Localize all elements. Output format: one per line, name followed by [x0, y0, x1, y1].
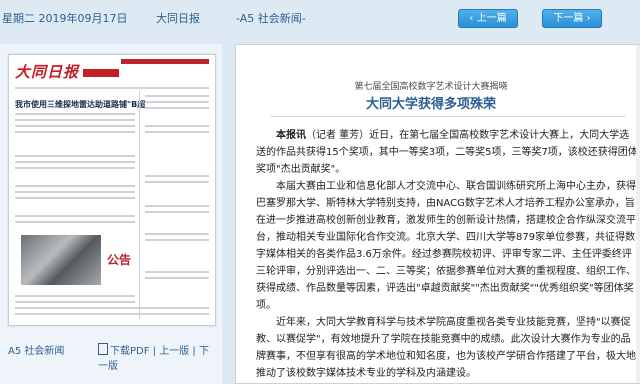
separator: | — [192, 346, 196, 357]
text-line — [145, 211, 209, 213]
text-line — [15, 215, 135, 217]
text-line — [145, 107, 209, 109]
prev-article-button[interactable]: ‹ 上一篇 — [458, 9, 518, 28]
ad-label: 公告 — [107, 253, 132, 267]
prev-page-link[interactable]: 上一版 — [159, 346, 189, 357]
page-thumbnail[interactable]: 大同日报 我市使用三维探地雷达助道路铺"B超" 公告 — [8, 54, 216, 326]
page-preview-panel: 大同日报 我市使用三维探地雷达助道路铺"B超" 公告 A5 社会新闻 下载PDF… — [0, 44, 222, 384]
text-line — [145, 175, 209, 177]
text-line — [15, 167, 135, 169]
newspaper-name[interactable]: 大同日报 — [156, 10, 200, 26]
top-bar: 星期二 2019年09月17日 大同日报 -A5 社会新闻- ‹ 上一篇 下一篇… — [0, 0, 640, 36]
lead-label: 本报讯 — [276, 130, 306, 141]
masthead-bar — [83, 69, 119, 77]
text-line — [15, 185, 135, 187]
newspaper-logo: 大同日报 — [15, 63, 80, 81]
title-divider — [270, 116, 626, 117]
text-line — [145, 181, 209, 183]
text-line — [15, 221, 135, 223]
text-line — [145, 239, 209, 241]
article-paragraph: 本报讯（记者 董芳）近日，在第七届全国高校数字艺术设计大赛上，大同大学选送的作品… — [256, 130, 638, 175]
article-paragraph: 字媒体相关的各类作品3.6万余件。经过参赛院校初评、评审专家二评、主任评委终评三… — [256, 249, 636, 311]
text-line — [15, 113, 135, 115]
article-title: 大同大学获得多项殊荣 — [365, 97, 496, 112]
text-line — [15, 307, 209, 309]
text-line — [145, 95, 209, 97]
header-strip — [121, 59, 209, 64]
text-line — [145, 277, 209, 279]
text-line — [145, 101, 209, 103]
text-line — [15, 119, 135, 121]
pdf-icon — [98, 343, 108, 355]
next-article-label: 下一篇 — [553, 13, 584, 24]
text-line — [15, 125, 135, 127]
pdf-download-group: 下载PDF | 上一版 | 下一版 — [98, 342, 214, 372]
text-line — [145, 131, 209, 133]
text-line — [145, 233, 209, 235]
text-line — [145, 205, 209, 207]
text-line — [15, 301, 135, 303]
text-line — [15, 197, 135, 199]
next-article-button[interactable]: 下一篇 › — [542, 9, 602, 28]
chevron-right-icon: › — [586, 13, 591, 24]
article-panel: 第七届全国高校数字艺术设计大赛揭晓 大同大学获得多项殊荣 本报讯（记者 董芳）近… — [235, 44, 640, 384]
section-name[interactable]: -A5 社会新闻- — [236, 10, 306, 26]
text-line — [145, 271, 209, 273]
download-pdf-link[interactable]: 下载PDF — [110, 346, 149, 357]
article-kicker: 第七届全国高校数字艺术设计大赛揭晓 — [354, 82, 508, 92]
thumbnail-headline: 我市使用三维探地雷达助道路铺"B超" — [15, 100, 150, 109]
article-paragraph: 近年来，大同大学教育科学与技术学院高度重视各类专业技能竞赛，坚持"以赛促教、以赛… — [256, 317, 636, 379]
scrollbar[interactable] — [636, 45, 640, 383]
text-line — [15, 295, 135, 297]
chevron-left-icon: ‹ — [469, 13, 474, 24]
thumbnail-photo — [21, 235, 101, 285]
text-line — [15, 155, 135, 157]
text-line — [15, 161, 135, 163]
separator: | — [152, 346, 157, 357]
article-body: 本报讯（记者 董芳）近日，在第七届全国高校数字艺术设计大赛上，大同大学选送的作品… — [256, 127, 638, 382]
prev-article-label: 上一篇 — [476, 13, 507, 24]
text-line — [15, 191, 135, 193]
footer-section-link[interactable]: A5 社会新闻 — [8, 342, 64, 357]
rule-line — [15, 87, 209, 89]
text-line — [15, 131, 135, 133]
issue-date: 星期二 2019年09月17日 — [2, 12, 128, 25]
article-paragraph: 本届大赛由工业和信息化部人才交流中心、联合国训练研究所上海中心主办，获得巴塞罗那… — [256, 181, 636, 243]
text-line — [145, 125, 209, 127]
column-divider — [139, 91, 140, 319]
text-line — [15, 313, 209, 315]
